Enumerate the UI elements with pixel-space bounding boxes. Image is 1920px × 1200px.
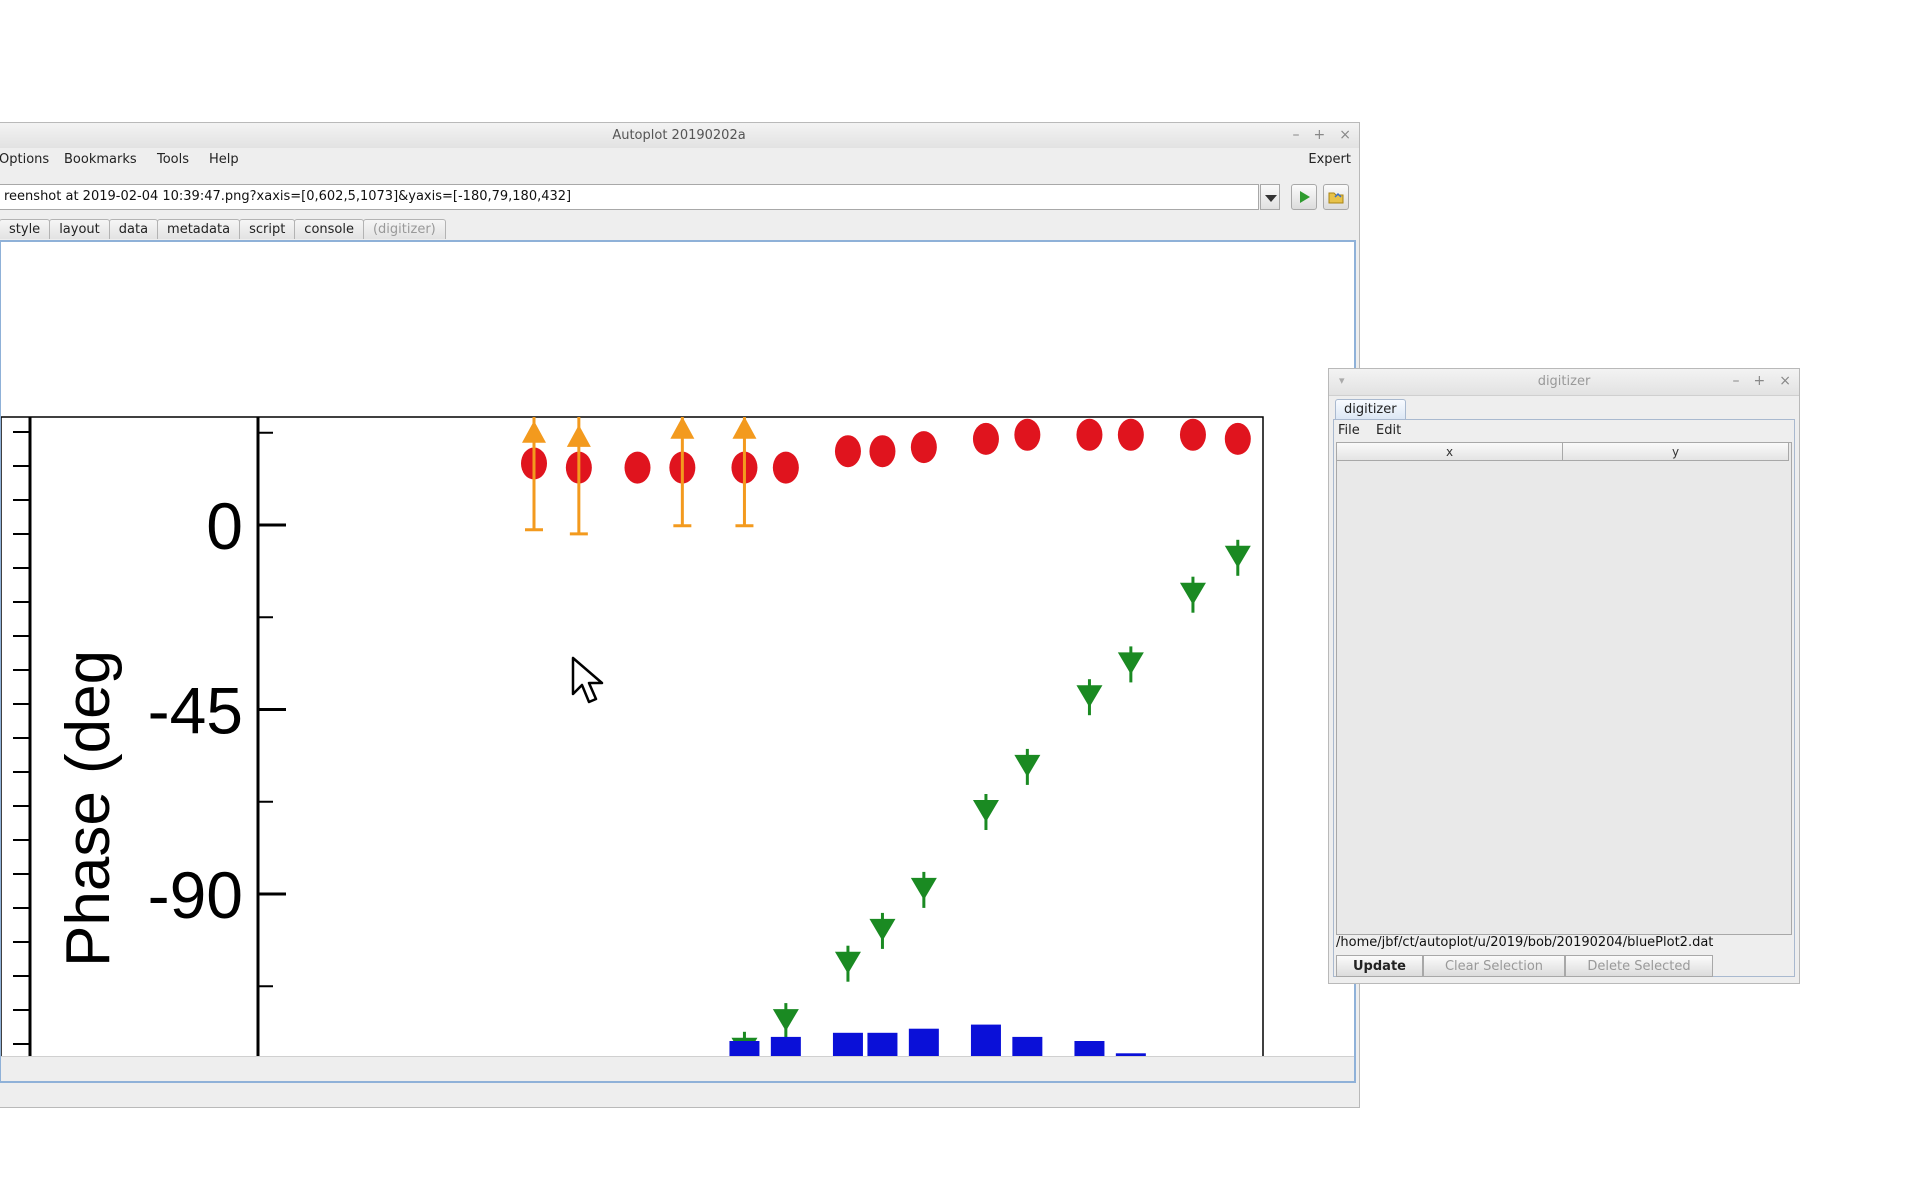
window-titlebar[interactable]: Autoplot 20190202a – + × (0, 123, 1359, 149)
menu-options[interactable]: Options (0, 148, 49, 172)
menu-tools[interactable]: Tools (157, 148, 189, 172)
image-y-tick-label: -90 (148, 858, 243, 932)
data-point (869, 435, 896, 468)
window-title: Autoplot 20190202a (612, 128, 746, 143)
data-point (1014, 418, 1041, 451)
tab-strip: style layout data metadata script consol… (0, 219, 446, 239)
plot-go-button[interactable] (1291, 184, 1317, 210)
data-point (972, 800, 999, 822)
update-button[interactable]: Update (1336, 955, 1423, 977)
data-point (1014, 754, 1041, 777)
background-image: Phase (deg 0-45-90-135 (13, 417, 286, 1081)
tab-layout[interactable]: layout (49, 219, 110, 239)
data-point (869, 918, 896, 941)
image-y-tick-label: 0 (206, 489, 243, 563)
mouse-pointer-icon (571, 656, 604, 704)
open-file-button[interactable] (1323, 184, 1349, 210)
minimize-icon[interactable]: – (1733, 369, 1740, 394)
digitizer-panel: File Edit x y /home/jbf/ct/autoplot/u/20… (1333, 419, 1795, 977)
digitizer-tab[interactable]: digitizer (1335, 399, 1406, 420)
data-point (1224, 422, 1251, 455)
series-triangle-down (731, 539, 1251, 1068)
series-layer (521, 417, 1251, 1081)
window-menu-icon[interactable]: ▾ (1339, 368, 1345, 394)
menu-file[interactable]: File (1338, 420, 1360, 442)
plot-area[interactable]: Phase (deg 0-45-90-135 -0.50.00.51.01.52… (1, 242, 1354, 1081)
menu-expert[interactable]: Expert (1308, 148, 1351, 172)
tab-digitizer[interactable]: (digitizer) (362, 219, 446, 239)
close-icon[interactable]: × (1779, 369, 1791, 394)
maximize-icon[interactable]: + (1314, 123, 1326, 148)
data-point (1076, 418, 1103, 451)
data-point (1117, 652, 1144, 675)
url-input[interactable]: reenshot at 2019-02-04 10:39:47.png?xaxi… (0, 184, 1259, 210)
tab-script[interactable]: script (239, 219, 296, 239)
address-bar: reenshot at 2019-02-04 10:39:47.png?xaxi… (0, 184, 1361, 212)
status-bar (1, 1056, 1354, 1081)
tab-style[interactable]: style (0, 219, 51, 239)
data-point (522, 420, 546, 443)
menu-bookmarks[interactable]: Bookmarks (64, 148, 137, 172)
data-point (1224, 545, 1251, 568)
data-point (834, 951, 861, 974)
data-point (670, 417, 695, 439)
menubar: Options Bookmarks Tools Help Expert (0, 148, 1359, 172)
url-history-dropdown-icon[interactable] (1260, 184, 1280, 210)
minimize-icon[interactable]: – (1293, 123, 1300, 148)
tab-console[interactable]: console (294, 219, 364, 239)
data-point (1179, 582, 1206, 605)
column-header-y[interactable]: y (1563, 443, 1789, 461)
close-icon[interactable]: × (1339, 123, 1351, 148)
data-point (566, 424, 591, 447)
digitizer-menubar: File Edit (1334, 420, 1794, 442)
play-icon (1300, 191, 1310, 203)
delete-selected-button[interactable]: Delete Selected (1565, 955, 1713, 977)
menu-edit[interactable]: Edit (1376, 420, 1401, 442)
image-y-axis-label: Phase (deg (54, 650, 123, 967)
data-point (972, 422, 999, 455)
data-point (910, 877, 937, 900)
data-point (910, 431, 937, 464)
plot-frame (1, 416, 1264, 1081)
data-point (624, 451, 651, 484)
data-point (772, 1009, 799, 1032)
menu-help[interactable]: Help (209, 148, 239, 172)
column-header-x[interactable]: x (1337, 443, 1563, 461)
digitizer-title: digitizer (1537, 374, 1591, 389)
plot-canvas[interactable]: Phase (deg 0-45-90-135 -0.50.00.51.01.52… (0, 240, 1356, 1083)
digitizer-table[interactable]: x y (1336, 442, 1792, 935)
data-point (1076, 685, 1103, 708)
digitizer-titlebar[interactable]: ▾ digitizer – + × (1329, 369, 1799, 396)
clear-selection-button[interactable]: Clear Selection (1423, 955, 1565, 977)
data-point (732, 417, 757, 439)
maximize-icon[interactable]: + (1754, 369, 1766, 394)
folder-icon (1328, 192, 1344, 204)
data-point (772, 451, 799, 484)
series-circle (521, 418, 1251, 484)
output-file-path: /home/jbf/ct/autoplot/u/2019/bob/2019020… (1336, 935, 1714, 950)
image-y-tick-label: -45 (148, 674, 243, 748)
data-point (970, 1024, 1001, 1059)
digitizer-window: ▾ digitizer – + × digitizer File Edit x … (1328, 368, 1800, 984)
autoplot-window: Autoplot 20190202a – + × Options Bookmar… (0, 122, 1360, 1108)
data-point (1117, 418, 1144, 451)
data-point (1179, 418, 1206, 451)
tab-metadata[interactable]: metadata (157, 219, 241, 239)
tab-data[interactable]: data (108, 219, 159, 239)
data-point (834, 435, 861, 468)
